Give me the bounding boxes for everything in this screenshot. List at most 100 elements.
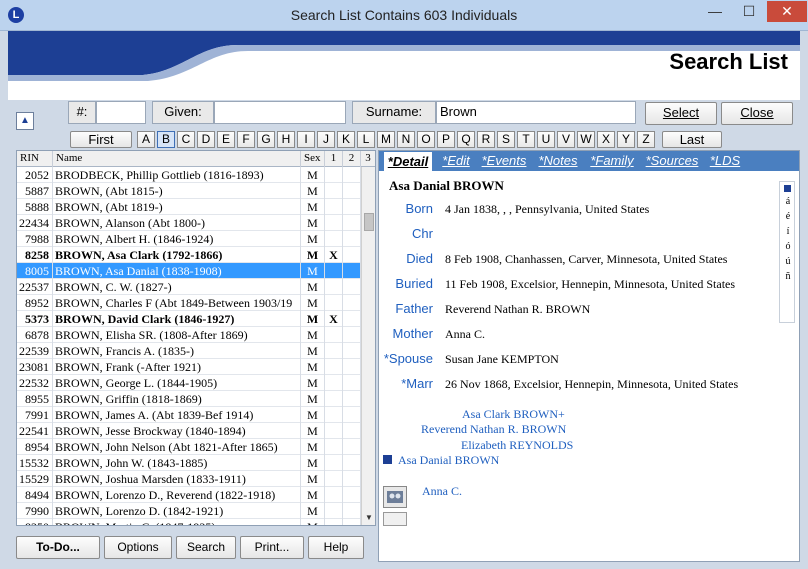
select-button[interactable]: Select <box>645 102 717 125</box>
table-scrollbar[interactable]: ▼ <box>361 167 375 525</box>
table-row[interactable]: 8494 BROWN, Lorenzo D., Reverend (1822-19… <box>17 487 361 503</box>
letter-button-m[interactable]: M <box>377 131 395 148</box>
print-button[interactable]: Print... <box>240 536 304 559</box>
tab-edit[interactable]: *Edit <box>437 151 475 171</box>
accent-char[interactable]: ñ <box>783 271 793 282</box>
field-label[interactable]: *Spouse <box>379 351 433 366</box>
letter-button-e[interactable]: E <box>217 131 235 148</box>
scroll-up-button[interactable]: ▲ <box>16 112 34 130</box>
scroll-down-arrow-icon[interactable]: ▼ <box>362 513 375 525</box>
letter-button-i[interactable]: I <box>297 131 315 148</box>
tab-sources[interactable]: *Sources <box>641 151 703 171</box>
todo-button[interactable]: To-Do... <box>16 536 100 559</box>
letter-button-v[interactable]: V <box>557 131 575 148</box>
letter-button-c[interactable]: C <box>177 131 195 148</box>
maximize-button[interactable]: ☐ <box>734 1 764 22</box>
letter-button-a[interactable]: A <box>137 131 155 148</box>
letter-button-f[interactable]: F <box>237 131 255 148</box>
table-row[interactable]: 7988 BROWN, Albert H. (1846-1924) M <box>17 231 361 247</box>
table-row[interactable]: 2052 BRODBECK, Phillip Gottlieb (1816-189… <box>17 167 361 183</box>
table-row[interactable]: 15532 BROWN, John W. (1843-1885) M <box>17 455 361 471</box>
letter-button-j[interactable]: J <box>317 131 335 148</box>
table-row[interactable]: 5888 BROWN, (Abt 1819-) M <box>17 199 361 215</box>
header-flag-3[interactable]: 3 <box>361 151 375 167</box>
table-row[interactable]: 22532 BROWN, George L. (1844-1905) M <box>17 375 361 391</box>
letter-button-n[interactable]: N <box>397 131 415 148</box>
accent-char[interactable]: ú <box>783 256 793 267</box>
letter-button-h[interactable]: H <box>277 131 295 148</box>
table-row[interactable]: 22539 BROWN, Francis A. (1835-) M <box>17 343 361 359</box>
tree-grandmother[interactable]: Elizabeth REYNOLDS <box>461 438 573 453</box>
table-row[interactable]: 7990 BROWN, Lorenzo D. (1842-1921) M <box>17 503 361 519</box>
table-row[interactable]: 5887 BROWN, (Abt 1815-) M <box>17 183 361 199</box>
minimize-button[interactable]: — <box>700 1 730 22</box>
table-row[interactable]: 8954 BROWN, John Nelson (Abt 1821-After 1… <box>17 439 361 455</box>
letter-button-b[interactable]: B <box>157 131 175 148</box>
table-row[interactable]: 23081 BROWN, Frank (-After 1921) M <box>17 359 361 375</box>
letter-button-u[interactable]: U <box>537 131 555 148</box>
search-button[interactable]: Search <box>176 536 236 559</box>
header-name[interactable]: Name <box>53 151 301 167</box>
tree-self[interactable]: Asa Danial BROWN <box>398 453 499 468</box>
header-sex[interactable]: Sex <box>301 151 325 167</box>
letter-button-s[interactable]: S <box>497 131 515 148</box>
empty-photo-slot[interactable] <box>383 512 407 526</box>
tab-notes[interactable]: *Notes <box>533 151 583 171</box>
table-row[interactable]: 15529 BROWN, Joshua Marsden (1833-1911) M <box>17 471 361 487</box>
first-button[interactable]: First <box>70 131 132 148</box>
accent-char[interactable]: í <box>783 226 793 237</box>
table-row[interactable]: 8952 BROWN, Charles F (Abt 1849-Between 1… <box>17 295 361 311</box>
letter-button-q[interactable]: Q <box>457 131 475 148</box>
table-row[interactable]: 8250BROWN, Martin C. (1847-1925)M <box>17 519 361 525</box>
tree-grandfather[interactable]: Asa Clark BROWN+ <box>462 407 565 422</box>
tree-father[interactable]: Reverend Nathan R. BROWN <box>421 422 566 437</box>
close-window-button[interactable]: ✕ <box>767 1 807 22</box>
table-row[interactable]: 7991 BROWN, James A. (Abt 1839-Bef 1914) M <box>17 407 361 423</box>
table-row[interactable]: 22537 BROWN, C. W. (1827-) M <box>17 279 361 295</box>
surname-input[interactable]: Brown <box>436 101 636 124</box>
accent-char[interactable]: á <box>783 196 793 207</box>
cell-f2 <box>343 487 361 503</box>
table-row[interactable]: 22541 BROWN, Jesse Brockway (1840-1894) M <box>17 423 361 439</box>
rin-input[interactable] <box>96 101 146 124</box>
cell-rin: 5888 <box>17 199 53 215</box>
table-row[interactable]: 8005 BROWN, Asa Danial (1838-1908) M <box>17 263 361 279</box>
letter-button-y[interactable]: Y <box>617 131 635 148</box>
letter-button-k[interactable]: K <box>337 131 355 148</box>
tab-events[interactable]: *Events <box>477 151 531 171</box>
header-rin[interactable]: RIN <box>17 151 53 167</box>
letter-button-z[interactable]: Z <box>637 131 655 148</box>
scrollbar-thumb[interactable] <box>364 213 374 231</box>
letter-button-w[interactable]: W <box>577 131 595 148</box>
tree-mother[interactable]: Anna C. <box>422 484 462 499</box>
table-row[interactable]: 5373 BROWN, David Clark (1846-1927) M X <box>17 311 361 327</box>
letter-button-d[interactable]: D <box>197 131 215 148</box>
family-photo-icon[interactable] <box>383 486 407 508</box>
last-button[interactable]: Last <box>662 131 722 148</box>
letter-button-p[interactable]: P <box>437 131 455 148</box>
header-flag-1[interactable]: 1 <box>325 151 343 167</box>
letter-button-t[interactable]: T <box>517 131 535 148</box>
table-row[interactable]: 22434 BROWN, Alanson (Abt 1800-) M <box>17 215 361 231</box>
field-value: 8 Feb 1908, Chanhassen, Carver, Minnesot… <box>445 252 728 266</box>
letter-button-x[interactable]: X <box>597 131 615 148</box>
accent-char[interactable]: ó <box>783 241 793 252</box>
tab-detail[interactable]: *Detail <box>383 151 433 171</box>
letter-button-r[interactable]: R <box>477 131 495 148</box>
options-button[interactable]: Options <box>104 536 172 559</box>
table-row[interactable]: 6878 BROWN, Elisha SR. (1808-After 1869) M <box>17 327 361 343</box>
header-flag-2[interactable]: 2 <box>343 151 361 167</box>
close-button[interactable]: Close <box>721 102 793 125</box>
letter-button-o[interactable]: O <box>417 131 435 148</box>
table-row[interactable]: 8258 BROWN, Asa Clark (1792-1866) M X <box>17 247 361 263</box>
field-label[interactable]: *Marr <box>379 376 433 391</box>
cell-name: BROWN, Martin C. (1847-1925) <box>53 519 301 525</box>
letter-button-l[interactable]: L <box>357 131 375 148</box>
letter-button-g[interactable]: G <box>257 131 275 148</box>
accent-char[interactable]: é <box>783 211 793 222</box>
tab-lds[interactable]: *LDS <box>705 151 745 171</box>
given-name-input[interactable] <box>214 101 346 124</box>
tab-family[interactable]: *Family <box>585 151 639 171</box>
table-row[interactable]: 8955 BROWN, Griffin (1818-1869) M <box>17 391 361 407</box>
help-button[interactable]: Help <box>308 536 364 559</box>
